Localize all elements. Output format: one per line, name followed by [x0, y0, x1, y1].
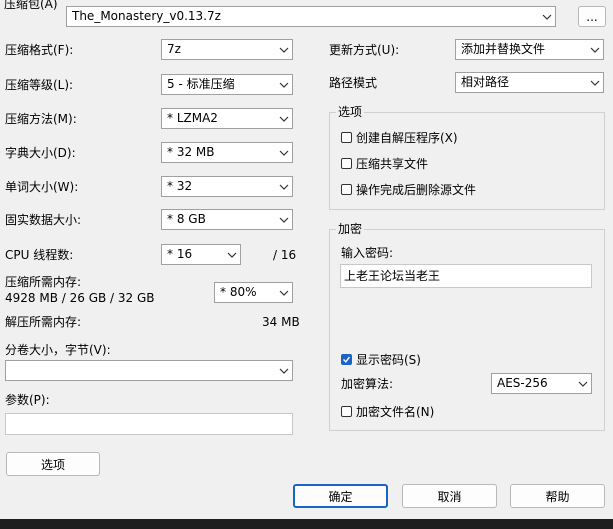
split-label: 分卷大小，字节(V): — [5, 343, 111, 357]
archive-label: 压缩包(A) — [4, 0, 58, 11]
encrypt-names-label: 加密文件名(N) — [356, 405, 435, 419]
encryption-method-combo[interactable]: AES-256 — [491, 373, 592, 394]
chevron-down-icon[interactable] — [276, 116, 292, 122]
word-value: * 32 — [167, 179, 193, 193]
password-input[interactable]: 上老王论坛当老王 — [340, 264, 592, 288]
taskbar-strip — [0, 519, 613, 529]
options-button[interactable]: 选项 — [6, 452, 100, 476]
checkbox-box[interactable] — [341, 184, 352, 195]
show-password-checkbox[interactable]: 显示密码(S) — [341, 351, 421, 368]
path-combo[interactable]: 相对路径 — [455, 72, 604, 93]
level-label: 压缩等级(L): — [5, 78, 74, 92]
shared-label: 压缩共享文件 — [356, 157, 429, 171]
solid-label: 固实数据大小: — [5, 213, 82, 227]
chevron-down-icon[interactable] — [276, 47, 292, 53]
method-label: 压缩方法(M): — [5, 112, 77, 126]
format-label: 压缩格式(F): — [5, 43, 74, 57]
params-label: 参数(P): — [5, 393, 50, 407]
chevron-down-icon[interactable] — [539, 14, 555, 20]
checkmark-icon — [343, 356, 350, 363]
delete-checkbox[interactable]: 操作完成后删除源文件 — [341, 181, 476, 198]
dict-label: 字典大小(D): — [5, 146, 76, 160]
chevron-down-icon[interactable] — [276, 217, 292, 223]
threads-max: / 16 — [273, 248, 297, 262]
update-combo[interactable]: 添加并替换文件 — [455, 39, 604, 60]
sfx-checkbox[interactable]: 创建自解压程序(X) — [341, 129, 458, 146]
checkbox-box[interactable] — [341, 406, 352, 417]
encryption-method-value: AES-256 — [497, 376, 548, 390]
dict-combo[interactable]: * 32 MB — [161, 142, 293, 163]
encryption-method-label: 加密算法: — [341, 377, 394, 391]
sfx-label: 创建自解压程序(X) — [356, 131, 458, 145]
mem-compress-detail: 4928 MB / 26 GB / 32 GB — [5, 291, 155, 305]
params-input[interactable] — [5, 413, 293, 435]
method-value: * LZMA2 — [167, 111, 218, 125]
format-value: 7z — [167, 42, 181, 56]
encrypt-names-checkbox[interactable]: 加密文件名(N) — [341, 403, 434, 420]
solid-value: * 8 GB — [167, 212, 206, 226]
chevron-down-icon[interactable] — [276, 150, 292, 156]
level-combo[interactable]: 5 - 标准压缩 — [161, 74, 293, 95]
threads-combo[interactable]: * 16 — [161, 244, 241, 265]
chevron-down-icon[interactable] — [575, 381, 591, 387]
checkbox-box[interactable] — [341, 158, 352, 169]
solid-combo[interactable]: * 8 GB — [161, 209, 293, 230]
chevron-down-icon[interactable] — [224, 252, 240, 258]
checkbox-box[interactable] — [341, 132, 352, 143]
chevron-down-icon[interactable] — [276, 290, 292, 296]
mem-decompress-value: 34 MB — [262, 315, 300, 329]
browse-button[interactable]: ... — [578, 6, 606, 27]
update-label: 更新方式(U): — [329, 43, 400, 57]
mem-compress-label: 压缩所需内存: — [5, 275, 82, 289]
show-password-label: 显示密码(S) — [356, 353, 421, 367]
path-value: 相对路径 — [461, 75, 510, 89]
word-label: 单词大小(W): — [5, 180, 79, 194]
path-label: 路径模式 — [329, 76, 378, 90]
level-value: 5 - 标准压缩 — [167, 77, 235, 91]
encryption-group-title: 加密 — [336, 222, 365, 236]
shared-checkbox[interactable]: 压缩共享文件 — [341, 155, 428, 172]
threads-label: CPU 线程数: — [5, 248, 74, 262]
chevron-down-icon[interactable] — [587, 47, 603, 53]
mem-compress-combo[interactable]: * 80% — [214, 282, 293, 303]
mem-decompress-label: 解压所需内存: — [5, 315, 82, 329]
dict-value: * 32 MB — [167, 145, 215, 159]
threads-value: * 16 — [167, 247, 193, 261]
delete-label: 操作完成后删除源文件 — [356, 183, 477, 197]
checkbox-checked-box[interactable] — [341, 354, 352, 365]
chevron-down-icon[interactable] — [587, 80, 603, 86]
chevron-down-icon[interactable] — [276, 82, 292, 88]
method-combo[interactable]: * LZMA2 — [161, 108, 293, 129]
archive-path-value: The_Monastery_v0.13.7z — [72, 9, 221, 23]
split-combo[interactable] — [5, 360, 293, 381]
chevron-down-icon[interactable] — [276, 184, 292, 190]
ok-button[interactable]: 确定 — [293, 484, 388, 508]
chevron-down-icon[interactable] — [276, 368, 292, 374]
format-combo[interactable]: 7z — [161, 39, 293, 60]
cancel-button[interactable]: 取消 — [402, 484, 497, 508]
mem-compress-value: * 80% — [220, 285, 257, 299]
password-label: 输入密码: — [341, 246, 394, 260]
update-value: 添加并替换文件 — [461, 42, 546, 56]
word-combo[interactable]: * 32 — [161, 176, 293, 197]
options-group-title: 选项 — [336, 105, 365, 119]
help-button[interactable]: 帮助 — [510, 484, 605, 508]
archive-path-combo[interactable]: The_Monastery_v0.13.7z — [66, 6, 556, 27]
